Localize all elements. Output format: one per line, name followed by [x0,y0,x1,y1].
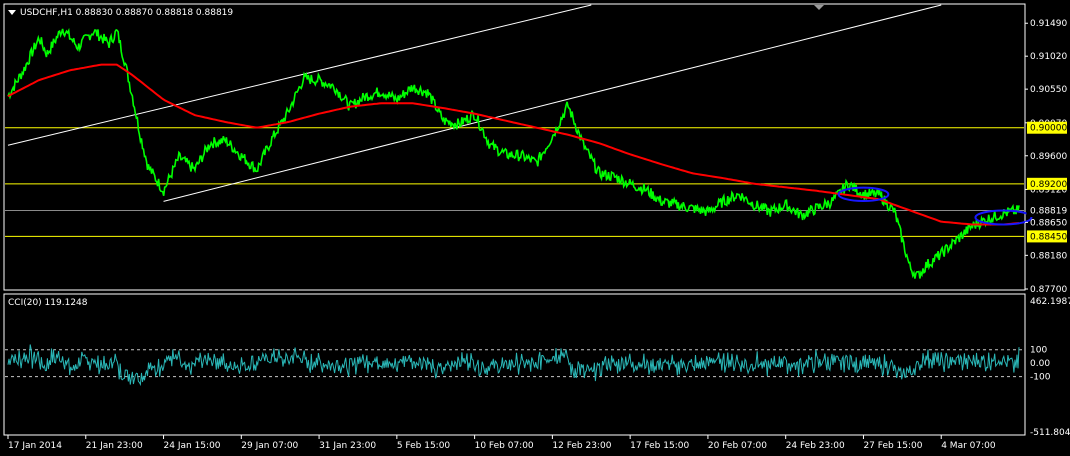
chart-window[interactable]: 0.914900.910200.905500.900700.896000.891… [0,0,1070,456]
level-price-label: 0.89200 [1030,180,1067,190]
cci-axis-label: 0.00 [1030,359,1050,369]
cci-label: CCI(20) 119.1248 [8,298,88,308]
time-axis-label: 31 Jan 23:00 [319,441,376,451]
symbol-header: USDCHF,H1 0.88830 0.88870 0.88818 0.8881… [20,8,233,18]
price-axis-label: 0.91490 [1030,19,1067,29]
time-axis-label: 21 Jan 23:00 [86,441,143,451]
cci-axis-label: 462.1987 [1030,297,1070,307]
time-axis-label: 10 Feb 07:00 [475,441,534,451]
cci-axis-label: -511.8047 [1030,428,1070,438]
time-axis-label: 12 Feb 23:00 [552,441,611,451]
price-axis-label: 0.89600 [1030,152,1067,162]
time-axis-label: 29 Jan 07:00 [241,441,298,451]
cci-axis-label: 100 [1030,346,1047,356]
time-axis-label: 20 Feb 07:00 [708,441,767,451]
time-axis-label: 4 Mar 07:00 [941,441,996,451]
level-price-label: 0.90000 [1030,124,1067,134]
price-axis-label: 0.91020 [1030,52,1067,62]
time-axis-label: 27 Feb 15:00 [863,441,922,451]
time-axis-label: 24 Feb 23:00 [786,441,845,451]
price-axis-label: 0.90550 [1030,85,1067,95]
time-axis-label: 17 Jan 2014 [8,441,62,451]
price-axis-label: 0.88180 [1030,251,1067,261]
time-axis-label: 5 Feb 15:00 [397,441,451,451]
indicator-pane[interactable] [3,293,1026,436]
price-axis-label: 0.88650 [1030,218,1067,228]
cci-axis-label: -100 [1030,373,1051,383]
time-axis-label: 17 Feb 15:00 [630,441,689,451]
main-pane[interactable] [3,3,1026,291]
level-price-label: 0.88450 [1030,232,1067,242]
current-price-label: 0.88819 [1030,207,1067,217]
price-axis-label: 0.87700 [1030,285,1067,295]
time-axis-label: 24 Jan 15:00 [164,441,221,451]
